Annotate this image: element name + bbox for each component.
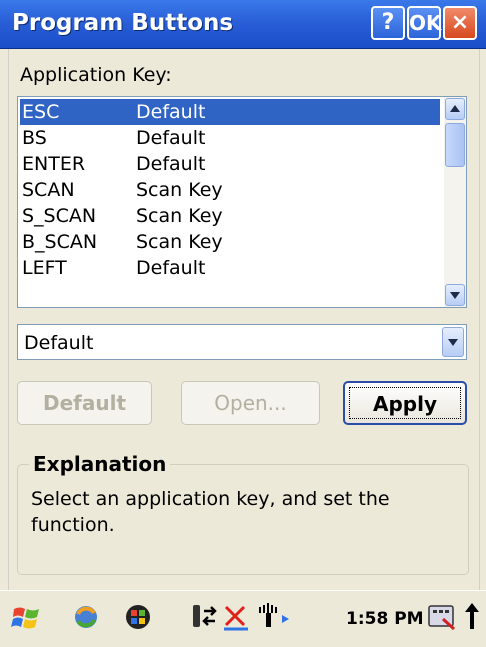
function-dropdown-value: Default <box>24 332 94 354</box>
list-item-function: Default <box>136 257 206 279</box>
signal-icon[interactable] <box>256 601 296 633</box>
list-item-key: SCAN <box>22 179 75 201</box>
default-button[interactable]: Default <box>17 381 152 425</box>
scroll-down-button[interactable] <box>445 284 465 306</box>
list-item-function: Scan Key <box>136 205 223 227</box>
function-dropdown[interactable]: Default <box>17 324 467 360</box>
list-item-function: Default <box>136 153 206 175</box>
taskbar: 1:58 PM <box>0 590 486 647</box>
list-scrollbar[interactable] <box>444 97 466 307</box>
list-item-key: BS <box>22 127 47 149</box>
list-item-b-scan[interactable]: B_SCAN Scan Key <box>20 229 440 255</box>
start-icon[interactable] <box>10 601 44 635</box>
list-item-function: Scan Key <box>136 179 223 201</box>
application-key-list[interactable]: ESC Default BS Default ENTER Default SCA… <box>17 96 467 308</box>
apply-button-label: Apply <box>349 387 461 419</box>
list-item-key: B_SCAN <box>22 231 98 253</box>
list-item-function: Scan Key <box>136 231 223 253</box>
list-item-enter[interactable]: ENTER Default <box>20 151 440 177</box>
arrow-up-icon <box>450 105 460 112</box>
list-item-key: ESC <box>22 101 60 123</box>
list-item-key: S_SCAN <box>22 205 97 227</box>
list-item-key: ENTER <box>22 153 86 175</box>
list-item-s-scan[interactable]: S_SCAN Scan Key <box>20 203 440 229</box>
list-item-scan[interactable]: SCAN Scan Key <box>20 177 440 203</box>
help-button[interactable]: ? <box>371 6 405 40</box>
chevron-down-icon <box>448 339 458 346</box>
list-item-function: Default <box>136 101 206 123</box>
explanation-title: Explanation <box>29 452 171 476</box>
explanation-text: Select an application key, and set the f… <box>31 488 390 536</box>
list-item-key: LEFT <box>22 257 67 279</box>
apply-button[interactable]: Apply <box>343 381 467 425</box>
list-item-bs[interactable]: BS Default <box>20 125 440 151</box>
scroll-up-button[interactable] <box>445 98 465 120</box>
keyboard-icon[interactable] <box>426 601 458 633</box>
title-bar: Program Buttons ? OK × <box>0 0 486 49</box>
dropdown-button[interactable] <box>442 327 464 357</box>
scroll-thumb[interactable] <box>445 123 465 167</box>
sync-icon[interactable] <box>70 601 102 633</box>
list-item-left[interactable]: LEFT Default <box>20 255 440 281</box>
open-button[interactable]: Open... <box>181 381 320 425</box>
list-item-function: Default <box>136 127 206 149</box>
close-button[interactable]: × <box>443 6 477 40</box>
scroll-up-icon[interactable] <box>462 601 482 633</box>
list-item-esc[interactable]: ESC Default <box>20 99 440 125</box>
window-title: Program Buttons <box>12 10 234 36</box>
arrow-down-icon <box>450 292 460 299</box>
taskbar-clock[interactable]: 1:58 PM <box>346 609 424 629</box>
app-icon[interactable] <box>122 601 154 633</box>
network-error-icon[interactable] <box>222 601 250 633</box>
connection-icon[interactable] <box>190 601 218 633</box>
application-key-label: Application Key: <box>20 64 172 86</box>
ok-button[interactable]: OK <box>407 6 442 40</box>
